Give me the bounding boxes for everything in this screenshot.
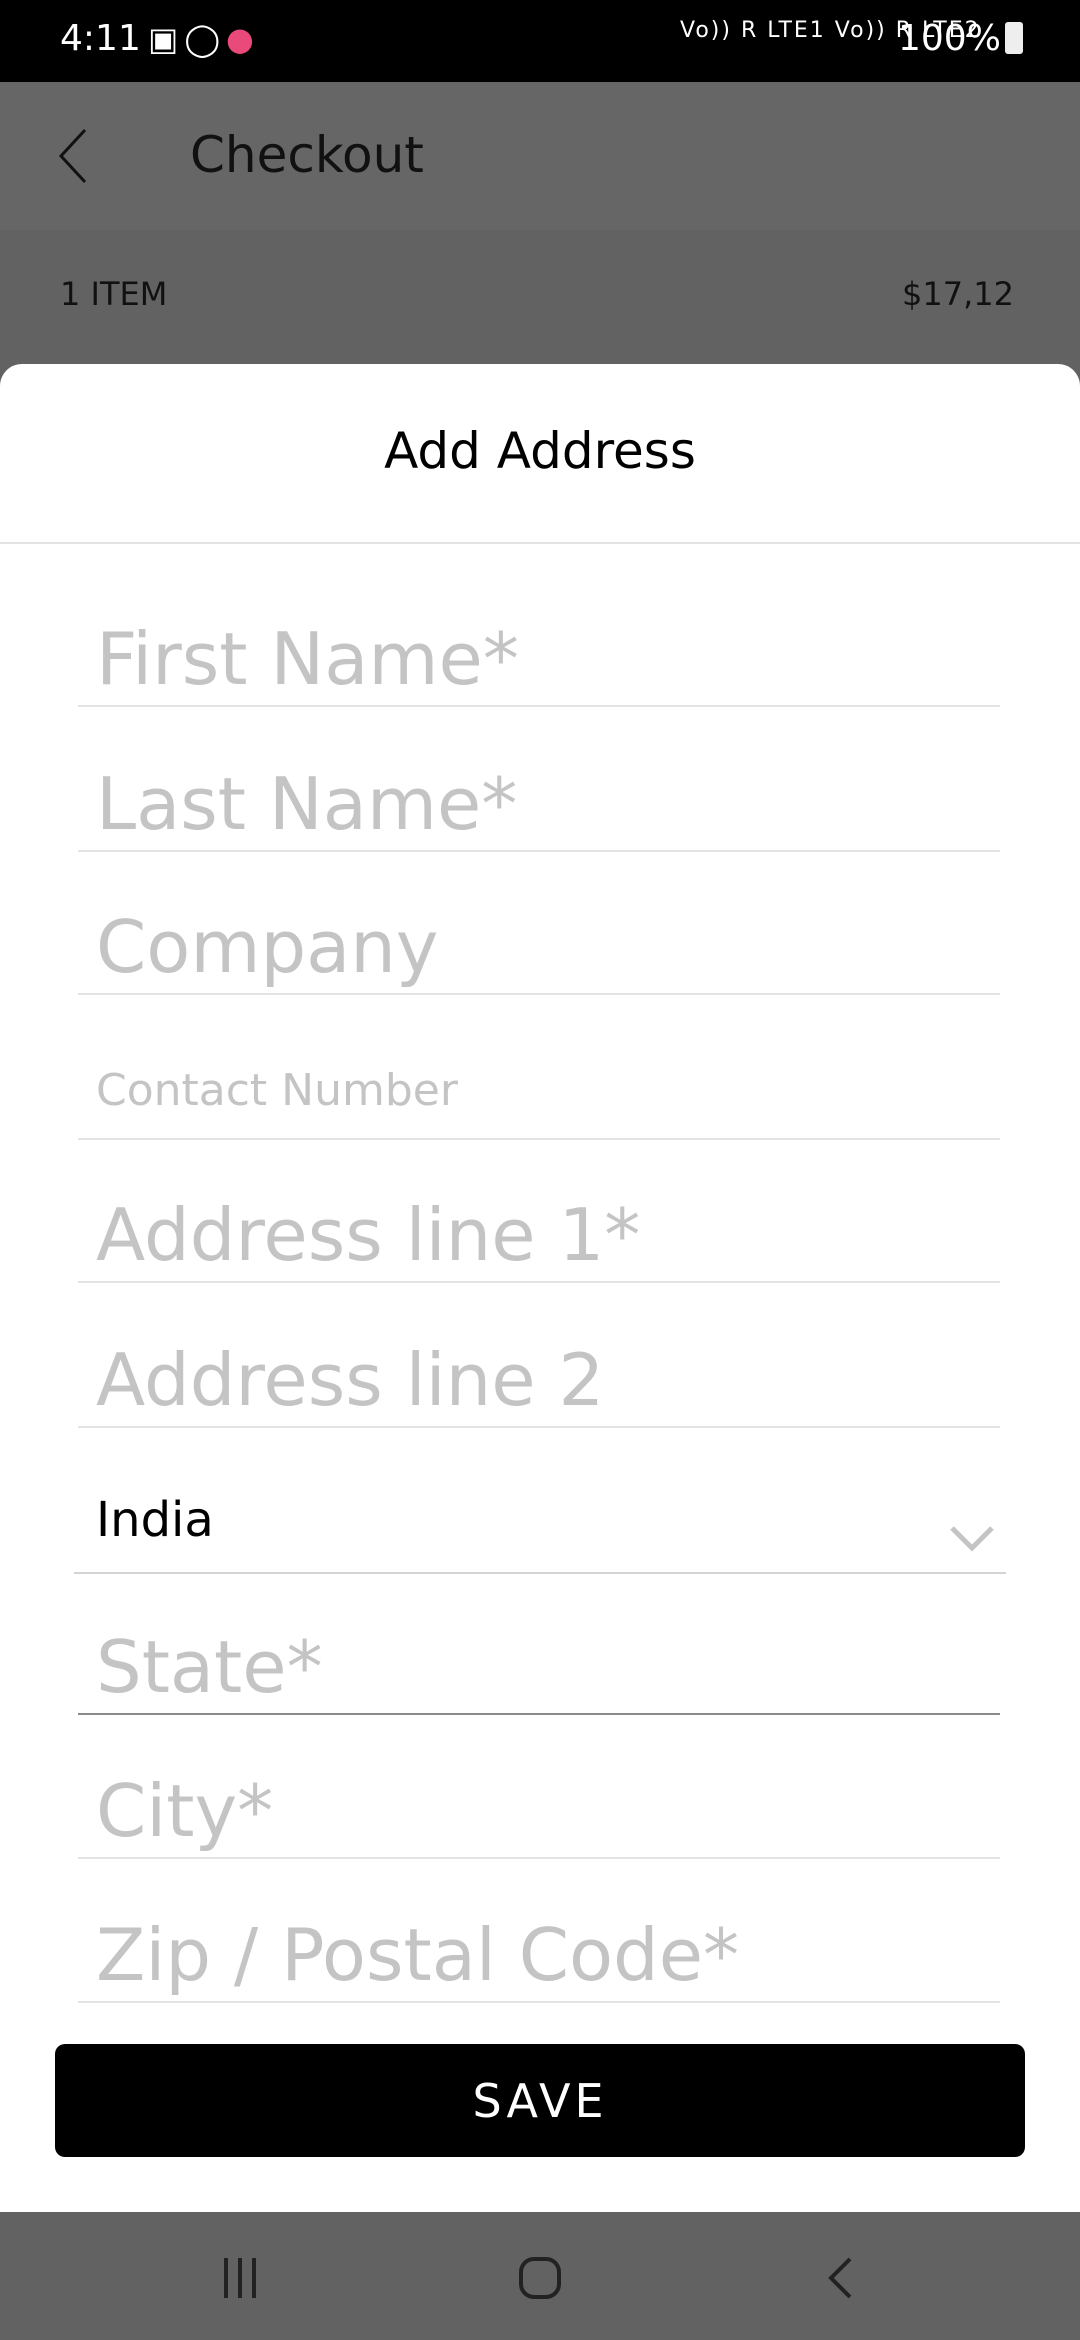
country-select[interactable]: India (74, 1454, 1006, 1574)
address-line-2-field[interactable] (78, 1308, 1000, 1428)
order-summary: 1 ITEM $17,12 (0, 230, 1080, 370)
teams-icon: ▣ (148, 20, 185, 58)
save-button[interactable]: SAVE (55, 2044, 1025, 2157)
notification-icons: ▣◯● (148, 20, 260, 58)
contact-number-field[interactable] (78, 1020, 1000, 1140)
last-name-field[interactable] (78, 732, 1000, 852)
system-nav-bar (0, 2212, 1080, 2340)
back-arrow-icon[interactable] (55, 126, 95, 186)
status-bar: 4:11 ▣◯● Vo)) R LTE1 Vo)) R LTE2 100% (0, 0, 1080, 82)
city-field[interactable] (78, 1739, 1000, 1859)
battery-level: 100% (898, 18, 1001, 59)
back-nav-icon[interactable] (826, 2256, 856, 2300)
divider (0, 542, 1080, 544)
company-input[interactable] (96, 905, 976, 989)
battery-icon (1004, 22, 1023, 54)
status-time: 4:11 (60, 18, 141, 59)
app-toolbar: Checkout (0, 82, 1080, 230)
order-total: $17,12 (902, 275, 1014, 313)
home-icon[interactable] (518, 2256, 562, 2300)
first-name-input[interactable] (96, 617, 976, 701)
recent-apps-icon[interactable] (220, 2256, 260, 2300)
contact-number-input[interactable] (96, 1065, 976, 1116)
chevron-down-icon[interactable] (948, 1524, 996, 1554)
state-field[interactable] (78, 1595, 1000, 1715)
city-input[interactable] (96, 1769, 976, 1853)
zip-code-input[interactable] (96, 1913, 976, 1997)
sheet-title: Add Address (384, 422, 696, 480)
country-value: India (96, 1492, 214, 1548)
zip-code-field[interactable] (78, 1883, 1000, 2003)
company-field[interactable] (78, 875, 1000, 995)
item-count: 1 ITEM (60, 275, 168, 313)
whatsapp-icon: ◯ (184, 20, 227, 58)
page-title: Checkout (190, 126, 424, 184)
address-line-1-field[interactable] (78, 1163, 1000, 1283)
last-name-input[interactable] (96, 762, 976, 846)
first-name-field[interactable] (78, 587, 1000, 707)
app-icon: ● (226, 20, 260, 58)
address-line-1-input[interactable] (96, 1193, 976, 1277)
address-line-2-input[interactable] (96, 1338, 976, 1422)
battery-status: 100% (898, 18, 1023, 59)
state-input[interactable] (96, 1625, 976, 1709)
